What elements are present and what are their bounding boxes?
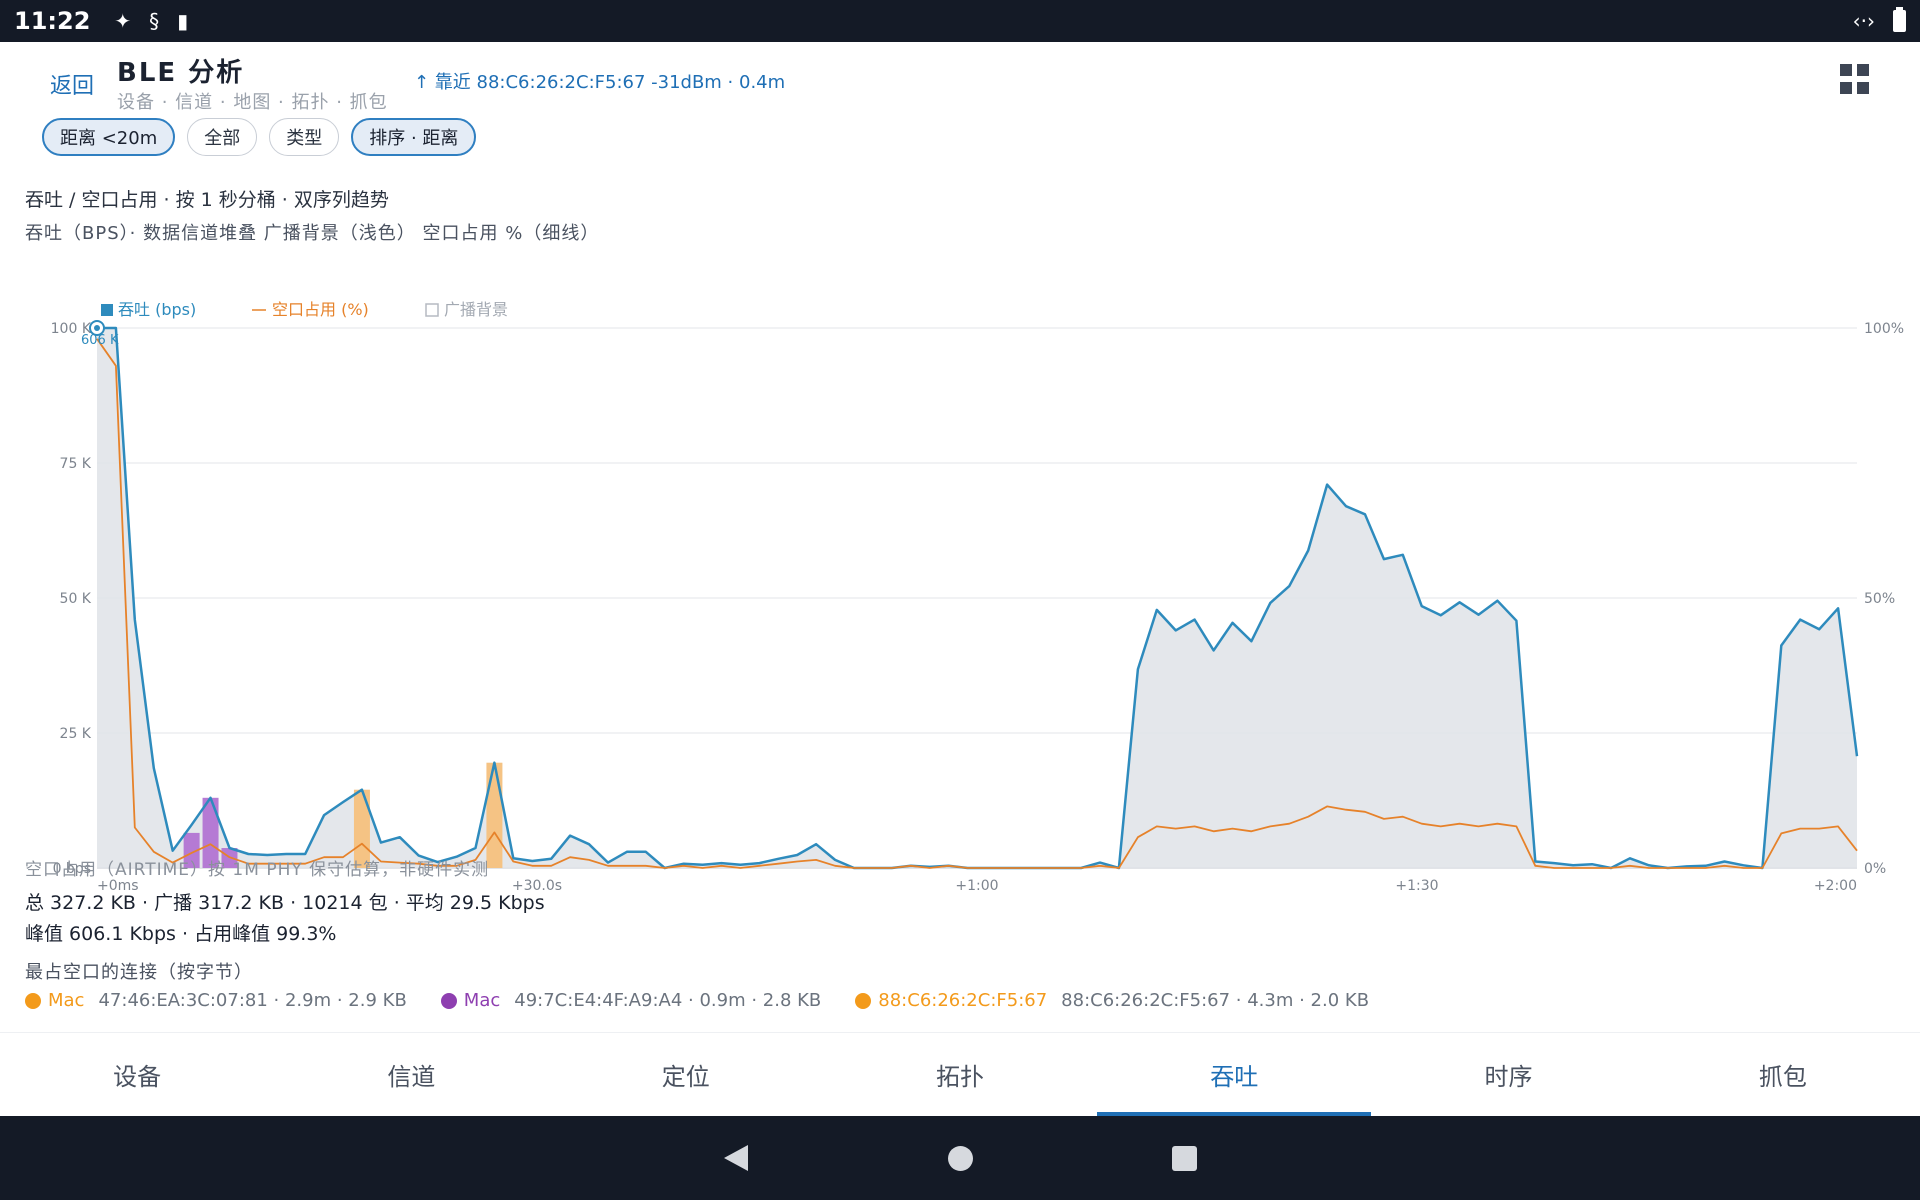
bottom-tab-bar: 设备 信道 定位 拓扑 吞吐 时序 抓包 — [0, 1032, 1920, 1116]
legend-label-broadcast: 广播背景 — [444, 300, 508, 319]
x-tick-label: +1:30 — [1395, 878, 1438, 892]
throughput-chart-svg: 0 bps25 K50 K75 K100 K0%50%100%+0ms +30.0… — [51, 300, 1904, 894]
airtime-note: 空口占用（AIRTIME）按 1M PHY 保守估算，非硬件实测 — [25, 860, 490, 880]
connection-color-dot — [25, 992, 41, 1009]
x-tick-label: +2:00 — [1814, 878, 1857, 892]
filter-chip-type[interactable]: 类型 — [269, 118, 340, 156]
status-bar: 11:22 ✦ § ▮ ‹·› — [0, 0, 1920, 42]
top-connections-title: 最占空口的连接（按字节） — [25, 962, 253, 983]
nearby-device-indicator[interactable]: ↑ 靠近 88:C6:26:2C:F5:67 -31dBm · 0.4m — [414, 68, 785, 94]
peak-label: 606 K — [81, 333, 119, 348]
connection-color-dot — [440, 992, 457, 1009]
back-button[interactable]: 返回 — [50, 68, 94, 100]
nav-back-icon[interactable] — [724, 1145, 748, 1171]
breadcrumb: 设备 · 信道 · 地图 · 拓扑 · 抓包 — [117, 92, 388, 113]
sync-icon: § — [149, 9, 160, 33]
connection-item[interactable]: Mac 49:7C:E4:4F:A9:A4 · 0.9m · 2.8 KB — [440, 990, 822, 1011]
top-connections-list: Mac 47:46:EA:3C:07:81 · 2.9m · 2.9 KB Ma… — [25, 990, 1403, 1011]
tab-devices[interactable]: 设备 — [0, 1033, 274, 1116]
connection-name: 88:C6:26:2C:F5:67 — [878, 990, 1048, 1011]
sd-card-icon: ▮ — [177, 9, 189, 33]
y-left-tick-label: 25 K — [60, 726, 92, 742]
connection-item[interactable]: 88:C6:26:2C:F5:67 88:C6:26:2C:F5:67 · 4.… — [855, 990, 1369, 1011]
peak-marker-dot — [94, 325, 100, 331]
connection-name: Mac — [463, 990, 501, 1011]
legend-swatch-throughput — [101, 304, 113, 316]
y-right-tick-label: 0% — [1864, 861, 1886, 877]
code-icon: ‹·› — [1852, 9, 1875, 33]
connection-meta: 47:46:EA:3C:07:81 · 2.9m · 2.9 KB — [98, 990, 407, 1011]
connection-meta: 49:7C:E4:4F:A9:A4 · 0.9m · 2.8 KB — [514, 990, 822, 1011]
legend-label-airtime: 空口占用 (%) — [272, 300, 369, 319]
nav-recent-icon[interactable] — [1172, 1146, 1197, 1171]
status-time: 11:22 — [14, 7, 91, 35]
connection-name: Mac — [48, 990, 85, 1011]
page-title: BLE 分析 — [117, 58, 245, 88]
legend-swatch-broadcast — [425, 303, 439, 317]
filter-chip-sort[interactable]: 排序 · 距离 — [351, 118, 477, 156]
usb-icon: ✦ — [114, 9, 132, 33]
y-left-tick-label: 50 K — [60, 591, 92, 607]
filter-chip-all[interactable]: 全部 — [187, 118, 258, 156]
throughput-chart[interactable]: 0 bps 25 K 50 K 75 K 100 K 0% 50% 100% +0ms +30.0… — [0, 252, 1920, 894]
y-right-tick-label: 100% — [1864, 321, 1904, 337]
nav-home-icon[interactable] — [948, 1146, 973, 1171]
airtime-line — [96, 338, 1858, 869]
stats-peak: 峰值 606.1 Kbps · 占用峰值 99.3% — [25, 923, 337, 945]
grid-view-icon[interactable] — [1840, 64, 1870, 94]
y-left-tick-label: 75 K — [60, 456, 92, 472]
legend-label-throughput: 吞吐 (bps) — [118, 300, 196, 319]
tab-channels[interactable]: 信道 — [274, 1033, 548, 1116]
tab-throughput[interactable]: 吞吐 — [1097, 1033, 1372, 1116]
tab-topology[interactable]: 拓扑 — [823, 1033, 1097, 1116]
stats-summary: 总 327.2 KB · 广播 317.2 KB · 10214 包 · 平均 … — [25, 892, 545, 914]
filter-chip-distance[interactable]: 距离 <20m — [42, 118, 176, 156]
tab-timing[interactable]: 时序 — [1371, 1033, 1645, 1116]
tab-location[interactable]: 定位 — [549, 1033, 823, 1116]
system-nav-bar — [0, 1116, 1920, 1200]
battery-icon — [1893, 7, 1906, 32]
app-window: 返回 BLE 分析 设备 · 信道 · 地图 · 拓扑 · 抓包 ↑ 靠近 88… — [0, 42, 1920, 1032]
data-channel-bar — [486, 762, 503, 868]
filter-chips: 距离 <20m 全部 类型 排序 · 距离 — [42, 118, 477, 156]
tab-capture[interactable]: 抓包 — [1646, 1033, 1920, 1116]
chart-title: 吞吐 / 空口占用 · 按 1 秒分桶 · 双序列趋势 — [25, 189, 389, 211]
connection-item[interactable]: Mac 47:46:EA:3C:07:81 · 2.9m · 2.9 KB — [25, 990, 407, 1011]
x-tick-label: +1:00 — [955, 878, 998, 892]
connection-meta: 88:C6:26:2C:F5:67 · 4.3m · 2.0 KB — [1061, 990, 1370, 1011]
chart-subtitle: 吞吐（BPS）· 数据信道堆叠 广播背景（浅色） 空口占用 %（细线） — [25, 223, 600, 244]
y-right-tick-label: 50% — [1864, 591, 1895, 607]
connection-color-dot — [855, 992, 872, 1009]
